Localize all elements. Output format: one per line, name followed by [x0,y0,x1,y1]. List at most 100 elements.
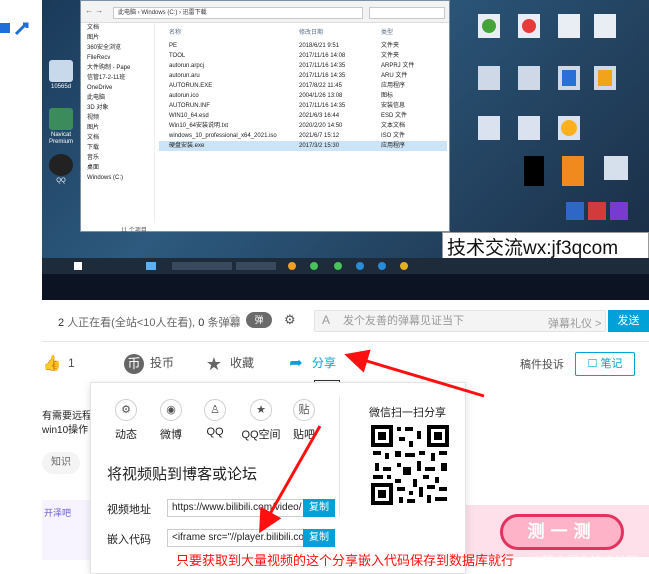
share-qq[interactable]: ♙ QQ [195,399,235,438]
coin-icon: 币 [124,354,144,374]
file-name: windows_10_professional_x64_2021.iso [169,133,277,139]
like-button[interactable]: 👍 1 [42,354,75,374]
nav-item[interactable]: 大件购制 - Pape [81,63,154,73]
description-line: 有需要远程 [42,411,92,422]
danmaku-toggle[interactable]: 弹 [246,312,272,328]
share-dynamic[interactable]: ⚙ 动态 [106,399,146,442]
explorer-nav-pane: 文档 图片 360安全浏览 FileRecv 大件购制 - Pape 信管17-… [81,23,155,223]
nav-item[interactable]: Windows (C:) [81,173,154,183]
back-arrow-icon[interactable]: ← → [85,6,103,15]
nav-item[interactable]: OneDrive [81,83,154,93]
site-watermark: @稀土掘金技术社区 [530,554,639,568]
nav-item[interactable]: FileRecv [81,53,154,63]
nav-item[interactable]: 图片 [81,33,154,43]
danmaku-bar: 2 人正在看(全站<10人在看), 0 条弹幕 ⓘ 弹 ⚙ 发个友善的弹幕见证当… [42,300,649,342]
column-name[interactable]: 名称 [169,27,181,36]
file-date: 2017/11/16 14:35 [299,73,346,79]
nav-item[interactable]: 桌面 [81,163,154,173]
video-url-label: 视频地址 [107,504,151,516]
favorite-button[interactable]: ★ 收藏 [204,354,254,374]
file-date: 2021/6/7 15:12 [299,133,340,139]
nav-item[interactable]: 此电脑 [81,93,154,103]
file-type: ARPRJ 文件 [381,63,415,69]
nav-item[interactable]: 文档 [81,133,154,143]
file-row[interactable]: autorun.arpcj 2017/11/16 14:35 ARPRJ 文件 [159,61,447,71]
file-date: 2020/2/20 14:50 [299,123,343,129]
video-player[interactable]: 10565d Navicat Premium QQ ← → 此电脑 › Wind… [42,0,649,300]
nav-item[interactable]: 音乐 [81,153,154,163]
report-link[interactable]: 稿件投诉 [520,356,564,372]
share-weibo[interactable]: ◉ 微博 [151,399,191,442]
file-date: 2017/11/16 14:08 [299,53,346,59]
qr-code [369,423,451,507]
file-row[interactable]: TOOL 2017/11/16 14:08 文件夹 [159,51,447,61]
file-row[interactable]: PE 2018/6/21 9:51 文件夹 [159,41,447,51]
file-name: PE [169,43,178,49]
share-popup: ⚙ 动态 ◉ 微博 ♙ QQ ★ QQ空间 贴贴吧 将视频贴到博客或论坛 视频地址 ht… [90,382,466,574]
nav-item[interactable]: 3D 对象 [81,103,154,113]
file-name: AUTORUN.EXE [169,83,213,89]
file-type: ARU 文件 [381,73,408,79]
tag-chip[interactable]: 知识 [42,452,80,474]
ad-test-button[interactable]: 测一测 [500,514,624,550]
file-date: 2017/11/16 14:35 [299,103,346,109]
copy-embed-button[interactable]: 复制 [303,529,335,547]
app-icons [0,22,29,36]
file-explorer-window[interactable]: ← → 此电脑 › Windows (C:) › 迅雷下载 文档 图片 360安… [80,0,450,234]
note-button[interactable]: ☐ 笔记 [575,352,635,376]
file-row[interactable]: autorun.aru 2017/11/16 14:35 ARU 文件 [159,71,447,81]
video-url-field[interactable]: https://www.bilibili.com/video/ [167,499,304,517]
nav-item[interactable]: 信管17-2-11班 [81,73,154,83]
file-date: 2004/1/26 13:08 [299,93,343,99]
file-row[interactable]: WIN10_64.esd 2021/6/3 16:44 ESD 文件 [159,111,447,121]
file-type: 应用程序 [381,83,406,89]
embed-code-field[interactable]: <iframe src="//player.bilibili.co [167,529,304,547]
page-left-strip [0,0,42,574]
column-type[interactable]: 类型 [381,27,393,36]
desktop-icon: QQ [44,154,78,185]
file-name: WIN10_64.esd [169,113,209,119]
embed-title: 将视频贴到博客或论坛 [107,466,258,483]
nav-item[interactable]: 图片 [81,123,154,133]
file-row[interactable]: AUTORUN.INF 2017/11/16 14:35 安装信息 [159,101,447,111]
share-qzone[interactable]: ★ QQ空间 [241,399,281,442]
nav-item[interactable]: 下载 [81,143,154,153]
weibo-icon: ◉ [160,399,182,421]
info-icon[interactable]: ⓘ [228,312,240,329]
share-button[interactable]: ➦ 分享 [286,354,336,374]
nav-item[interactable]: 文档 [81,23,154,33]
desktop-icon: Navicat Premium [44,108,78,146]
file-list-header: 名称 修改日期 类型 [159,27,447,39]
favorite-label: 收藏 [230,356,255,371]
file-name: autorun.arpcj [169,63,205,69]
file-row[interactable]: Win10_64安装说明.txt 2020/2/20 14:50 文本文档 [159,121,447,131]
file-name: Win10_64安装说明.txt [169,123,229,129]
danmaku-etiquette-link[interactable]: 弹幕礼仪 > [548,315,601,331]
windows-taskbar [42,258,649,274]
file-row[interactable]: 硬盘安装.exe 2017/3/2 15:30 应用程序 [159,141,447,151]
address-bar[interactable]: 此电脑 › Windows (C:) › 迅雷下载 [113,7,363,19]
nav-item[interactable]: 360安全浏览 [81,43,154,53]
file-row[interactable]: windows_10_professional_x64_2021.iso 2021… [159,131,447,141]
send-button[interactable]: 发送 [608,310,649,332]
danmaku-settings-icon[interactable]: ⚙ [284,312,302,328]
copy-url-button[interactable]: 复制 [303,499,335,517]
explorer-search-input[interactable] [369,7,445,19]
file-date: 2018/6/21 9:51 [299,43,340,49]
file-date: 2017/8/22 11:45 [299,83,342,89]
note-icon: ☐ [587,358,598,370]
file-type: 文本文档 [381,123,406,129]
share-tieba[interactable]: 贴贴吧 [284,399,324,442]
file-date: 2017/3/2 15:30 [299,143,340,149]
file-name: TOOL [169,53,186,59]
file-type: 文件夹 [381,43,400,49]
file-date: 2021/6/3 16:44 [299,113,340,119]
dynamic-icon: ⚙ [115,399,137,421]
nav-item[interactable]: 视频 [81,113,154,123]
file-row[interactable]: AUTORUN.EXE 2017/8/22 11:45 应用程序 [159,81,447,91]
file-type: ISO 文件 [381,133,406,139]
file-name: 硬盘安装.exe [169,143,205,149]
coin-button[interactable]: 币投币 [124,354,174,374]
column-date[interactable]: 修改日期 [299,27,323,36]
file-row[interactable]: autorun.ico 2004/1/26 13:08 图标 [159,91,447,101]
